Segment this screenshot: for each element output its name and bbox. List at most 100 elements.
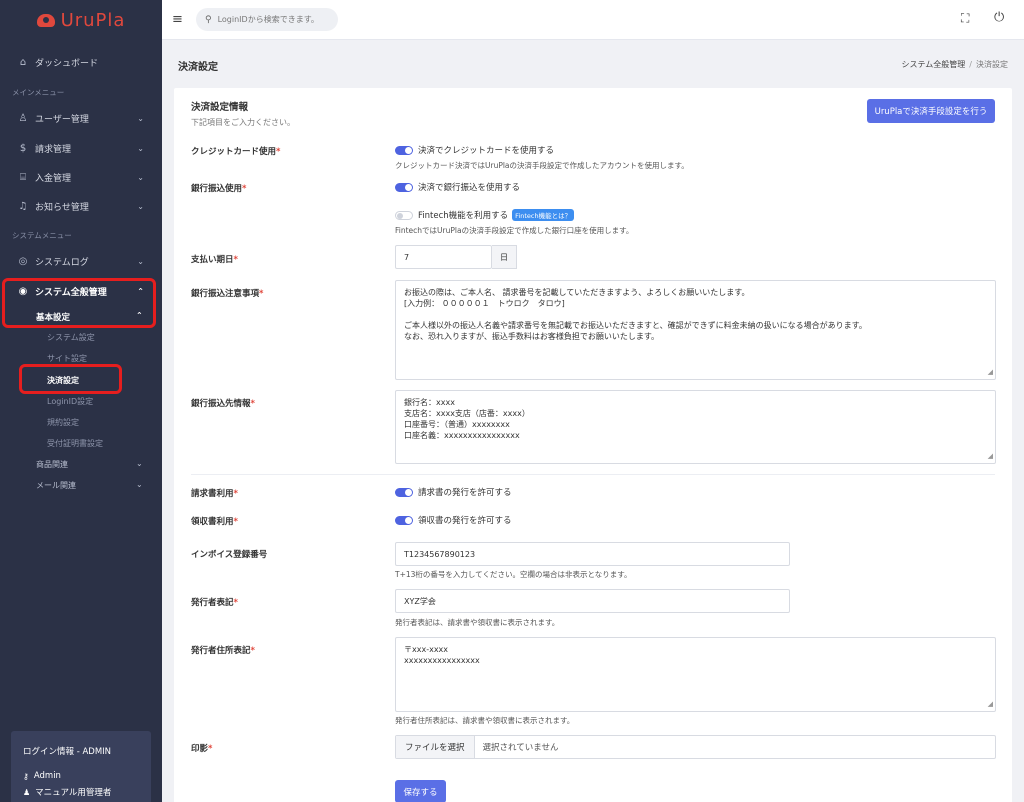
topbar: ≡ ⚲ LoginIDから検索できます。 ⛶ ⏻	[162, 0, 1024, 40]
credit-card-toggle[interactable]: 決済でクレジットカードを使用する	[395, 144, 554, 156]
required-mark: *	[233, 598, 238, 608]
issuer-address-textarea[interactable]: 〒xxx-xxxx xxxxxxxxxxxxxxxx ◢	[395, 637, 996, 712]
sidebar-item-label: 商品関連	[36, 460, 68, 469]
card-subtitle: 下記項目をご入力ください。	[191, 118, 295, 127]
breadcrumb-separator: /	[969, 60, 972, 69]
issuer-input[interactable]: XYZ学会	[395, 589, 790, 613]
fintech-help: FintechではUruPlaの決済手段設定で作成した銀行口座を使用します。	[395, 226, 634, 235]
brand-name: UruPla	[60, 9, 126, 31]
sidebar-item-users[interactable]: ♙ ユーザー管理 ⌄	[0, 107, 162, 129]
issuer-label: 発行者表記*	[191, 596, 238, 608]
sidebar-subitem-loginid-settings[interactable]: LoginID設定	[47, 396, 93, 407]
label-text: 発行者表記	[191, 598, 234, 608]
sidebar-item-mail[interactable]: メール関連 ⌄	[36, 480, 143, 491]
toggle-switch[interactable]	[395, 182, 413, 192]
highlight-box	[2, 278, 156, 328]
login-role: ♟ マニュアル用管理者	[23, 786, 139, 799]
sidebar-subitem-receipt-cert-settings[interactable]: 受付証明書設定	[47, 438, 103, 449]
sidebar-item-notices[interactable]: ♫ お知らせ管理 ⌄	[0, 195, 162, 217]
credit-card-label: クレジットカード使用*	[191, 145, 280, 157]
issuer-address-help: 発行者住所表記は、請求書や領収書に表示されます。	[395, 716, 575, 725]
search-icon: ⚲	[205, 14, 212, 25]
fintech-toggle[interactable]: Fintech機能を利用する Fintech機能とは？	[395, 209, 575, 221]
fullscreen-icon[interactable]: ⛶	[961, 11, 969, 26]
save-button[interactable]: 保存する	[395, 780, 446, 802]
breadcrumb: システム全般管理 / 決済設定	[902, 59, 1008, 70]
bank-destination-textarea[interactable]: 銀行名：xxxx 支店名：xxxx支店（店番：xxxx） 口座番号：（普通）xx…	[395, 390, 996, 464]
brand-logo[interactable]: UruPla	[0, 0, 162, 40]
label-text: クレジットカード使用	[191, 147, 277, 157]
textarea-blank-line	[404, 309, 987, 320]
sidebar-item-label: ダッシュボード	[35, 58, 99, 69]
power-icon[interactable]: ⏻	[994, 10, 1004, 25]
file-status: 選択されていません	[482, 743, 559, 753]
page-header: 決済設定 システム全般管理 / 決済設定	[162, 40, 1024, 88]
toggle-switch[interactable]	[395, 145, 413, 155]
sidebar-item-label: 請求管理	[35, 144, 72, 155]
brand-logo-icon	[36, 12, 57, 28]
seal-file-input[interactable]: ファイルを選択 選択されていません	[395, 735, 996, 759]
resize-handle-icon[interactable]: ◢	[988, 699, 993, 710]
settings-card: 決済設定情報 下記項目をご入力ください。 UruPlaで決済手段設定を行う クレ…	[174, 88, 1012, 802]
textarea-line: xxxxxxxxxxxxxxxx	[404, 656, 480, 665]
sidebar-item-label: メール関連	[36, 481, 76, 490]
textarea-line: 支店名：xxxx支店（店番：xxxx）	[404, 409, 530, 418]
sidebar-subitem-terms-settings[interactable]: 規約設定	[47, 417, 79, 428]
breadcrumb-current: 決済設定	[976, 60, 1008, 69]
sidebar-item-label: お知らせ管理	[35, 202, 89, 213]
sidebar-item-billing[interactable]: $ 請求管理 ⌄	[0, 137, 162, 159]
required-mark: *	[233, 255, 238, 265]
textarea-line: ご本人様以外の振込人名義や請求番号を無記載でお振込いただきますと、確認ができずに…	[404, 321, 867, 330]
textarea-line: 口座番号：（普通）xxxxxxxx	[404, 420, 510, 429]
invoice-usage-label: 請求書利用*	[191, 487, 238, 499]
bank-icon: ⌸	[20, 171, 26, 183]
label-text: 発行者住所表記	[191, 646, 251, 656]
bank-note-textarea[interactable]: お振込の際は、ご本人名、 請求番号を記載していただきますよう、よろしくお願いいた…	[395, 280, 996, 380]
main-menu-heading: メインメニュー	[12, 88, 65, 97]
receipt-toggle[interactable]: 領収書の発行を許可する	[395, 514, 512, 526]
resize-handle-icon[interactable]: ◢	[988, 451, 993, 462]
label-text: 銀行振込注意事項	[191, 289, 260, 299]
search-input[interactable]: ⚲ LoginIDから検索できます。	[196, 8, 338, 31]
label-text: 支払い期日	[191, 255, 234, 265]
section-divider	[191, 474, 995, 475]
bank-transfer-toggle[interactable]: 決済で銀行振込を使用する	[395, 181, 520, 193]
toggle-label: 請求書の発行を許可する	[418, 488, 512, 498]
textarea-line: 銀行名：xxxx	[404, 398, 455, 407]
due-date-input[interactable]: 7	[395, 245, 492, 269]
toggle-switch[interactable]	[395, 515, 413, 525]
required-mark: *	[242, 184, 247, 194]
card-title: 決済設定情報	[191, 102, 249, 113]
required-mark: *	[276, 147, 281, 157]
invoice-number-input[interactable]: T1234567890123	[395, 542, 790, 566]
required-mark: *	[259, 289, 264, 299]
fintech-info-badge[interactable]: Fintech機能とは？	[512, 209, 575, 221]
sidebar-subitem-system-settings[interactable]: システム設定	[47, 332, 95, 343]
bank-note-label: 銀行振込注意事項*	[191, 287, 263, 299]
dollar-icon: $	[19, 142, 27, 154]
menu-icon[interactable]: ≡	[172, 12, 183, 27]
toggle-switch[interactable]	[395, 487, 413, 497]
label-text: 請求書利用	[191, 489, 234, 499]
sidebar-item-dashboard[interactable]: ⌂ ダッシュボード	[0, 51, 162, 73]
invoice-toggle[interactable]: 請求書の発行を許可する	[395, 486, 512, 498]
sidebar-subitem-site-settings[interactable]: サイト設定	[47, 353, 87, 364]
resize-handle-icon[interactable]: ◢	[988, 367, 993, 378]
login-role-name: マニュアル用管理者	[35, 788, 112, 798]
bell-icon: ♫	[18, 200, 28, 212]
bank-transfer-label: 銀行振込使用*	[191, 182, 246, 194]
sidebar-item-system-log[interactable]: ◎ システムログ ⌄	[0, 250, 162, 272]
breadcrumb-link[interactable]: システム全般管理	[902, 60, 966, 69]
required-mark: *	[208, 744, 213, 754]
textarea-line: [入力例： ０００００１ トウロク タロウ]	[404, 299, 565, 308]
toggle-label: 領収書の発行を許可する	[418, 516, 512, 526]
chevron-down-icon: ⌄	[137, 201, 144, 211]
chevron-down-icon: ⌄	[136, 459, 143, 468]
required-mark: *	[233, 517, 238, 527]
choose-file-button[interactable]: ファイルを選択	[396, 736, 475, 758]
payment-method-settings-button[interactable]: UruPlaで決済手段設定を行う	[867, 99, 995, 123]
toggle-switch[interactable]	[395, 210, 413, 220]
sidebar-item-payments[interactable]: ⌸ 入金管理 ⌄	[0, 166, 162, 188]
user-icon: ♙	[18, 112, 28, 124]
sidebar-item-products[interactable]: 商品関連 ⌄	[36, 459, 143, 470]
